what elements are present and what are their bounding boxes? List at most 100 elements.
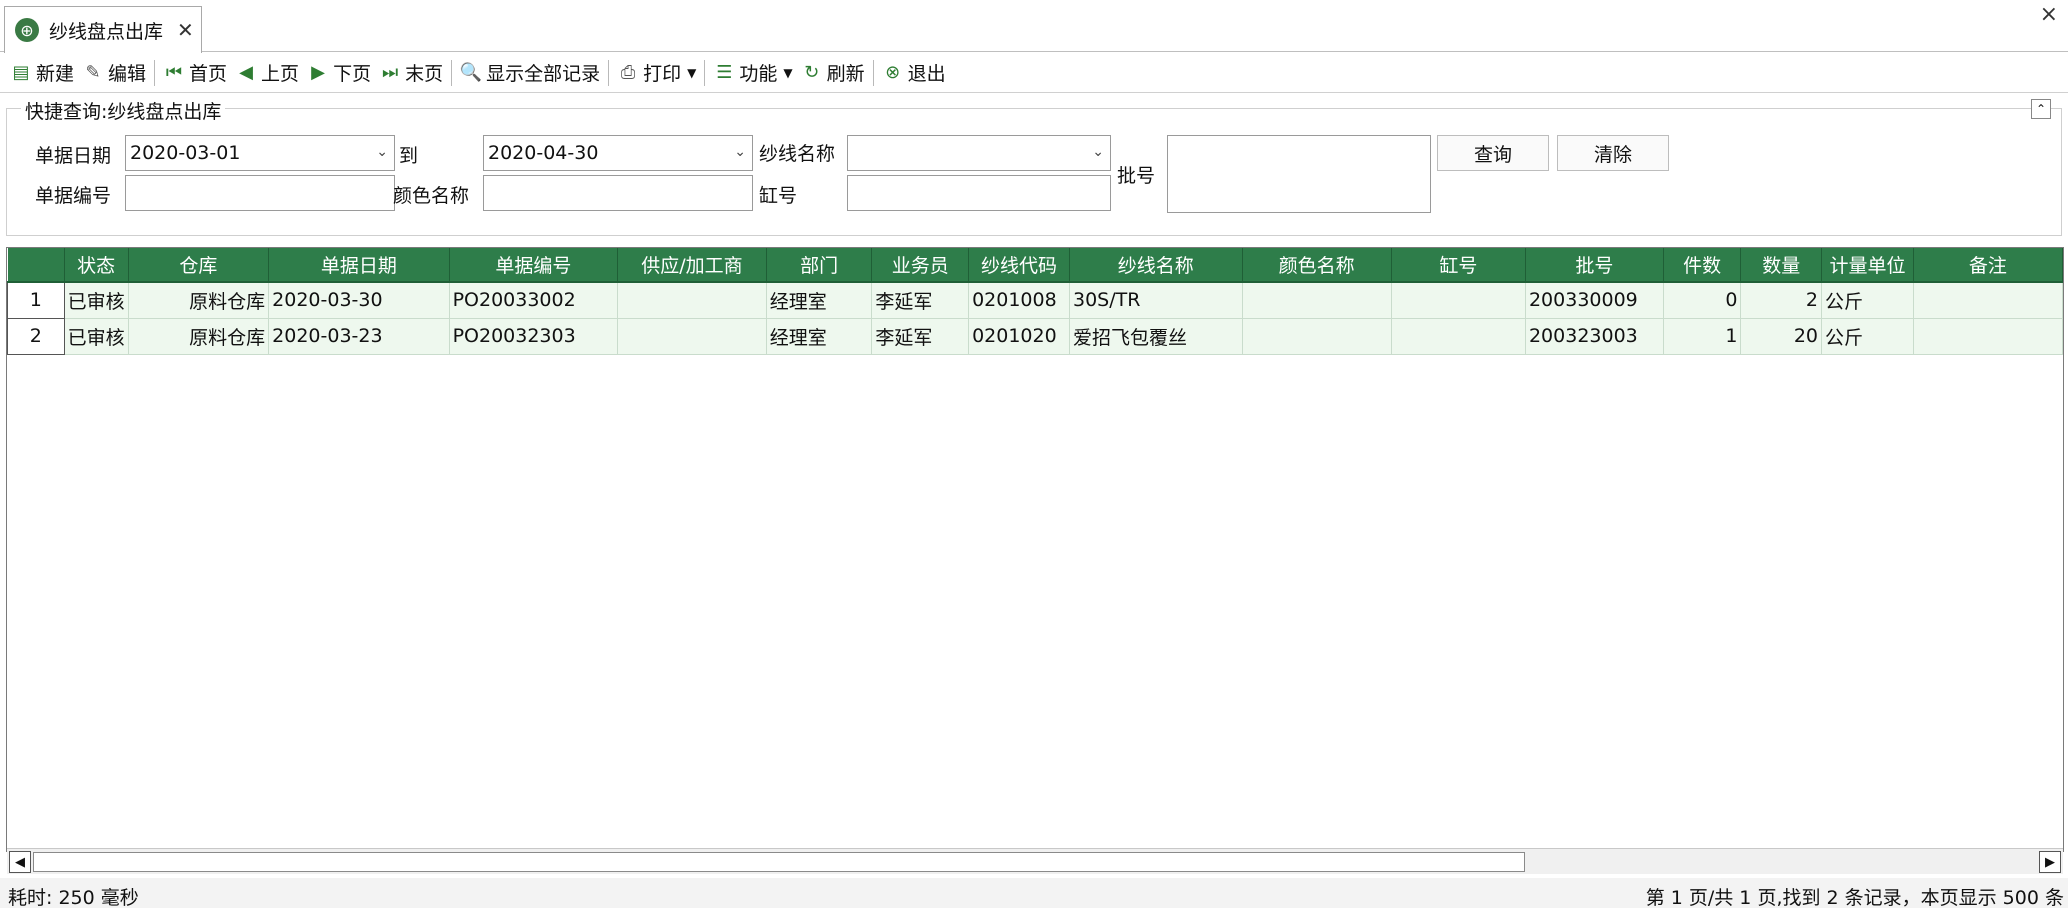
table-cell [1913,282,2063,319]
table-cell: 200323003 [1525,318,1664,355]
column-header[interactable]: 数量 [1740,248,1823,283]
chevron-down-icon[interactable]: ⌄ [376,144,388,160]
print-label: 打印 [643,63,682,85]
data-table: 状态 仓库 单据日期 单据编号 供应/加工商 部门 业务员 纱线代码 纱线名称 颜色名称 缸号 批号件… [7,248,2063,355]
functions-label: 功能 [739,63,778,85]
tab-strip: ⊕ 纱线盘点出库 ✕ × [0,0,2068,53]
yarn-name-field[interactable]: ⌄ [847,135,1111,171]
column-header[interactable]: 件数 [1663,248,1742,283]
toolbar: ▤ 新建 ✎ 编辑 ⏮ 首页 ◀ 上页 ▶ 下页 ⏭ 末页 🔍 显示全部记录 ⎙… [0,53,2068,93]
functions-button[interactable]: ☰ 功能 ▼ [709,56,796,90]
chevron-down-icon: ▼ [783,65,793,80]
new-button[interactable]: ▤ 新建 [6,56,78,90]
exit-button[interactable]: ⊗ 退出 [878,56,950,90]
scroll-right-icon[interactable]: ▶ [2039,851,2061,873]
table-cell: 0201020 [968,318,1070,355]
first-page-label: 首页 [189,63,228,85]
batch-label: 批号 [1117,165,1156,187]
column-header[interactable] [7,248,65,283]
column-header[interactable]: 纱线代码 [968,248,1070,283]
table-row[interactable]: 1 已审核 原料仓库 2020-03-30 PO20033002 经理室 李延军 020100… [7,281,2063,319]
window-close-icon[interactable]: × [2040,2,2058,27]
table-cell: PO20033002 [449,282,619,319]
edit-button[interactable]: ✎ 编辑 [78,56,150,90]
table-cell: 30S/TR [1069,282,1243,319]
toolbar-separator [872,59,874,86]
table-cell: 2020-03-30 [268,282,450,319]
exit-label: 退出 [907,63,946,85]
table-cell: 经理室 [766,282,873,319]
vat-label: 缸号 [759,185,798,207]
column-header[interactable]: 颜色名称 [1242,248,1392,283]
column-header[interactable]: 批号 [1525,248,1664,283]
table-cell: 已审核 [64,318,129,355]
column-header[interactable]: 备注 [1913,248,2063,283]
column-header[interactable]: 状态 [64,248,129,283]
toolbar-separator [154,59,156,86]
column-header[interactable]: 供应/加工商 [617,248,767,283]
column-header[interactable]: 仓库 [128,248,270,283]
paging-info: 第 1 页/共 1 页,找到 2 条记录，本页显示 500 条 [1645,887,2064,909]
refresh-button[interactable]: ↻ 刷新 [797,56,869,90]
table-cell [1391,318,1526,355]
prev-page-button[interactable]: ◀ 上页 [231,56,303,90]
vat-field[interactable] [847,175,1111,211]
doc-no-label: 单据编号 [35,185,112,207]
table-row[interactable]: 2 已审核 原料仓库 2020-03-23 PO20032303 经理室 李延军 020102… [7,317,2063,355]
scrollbar-thumb[interactable] [33,852,1525,872]
edit-icon: ✎ [85,62,101,83]
column-header[interactable]: 纱线名称 [1069,248,1243,283]
column-header[interactable]: 部门 [766,248,873,283]
show-all-button[interactable]: 🔍 显示全部记录 [456,56,604,90]
tab-close-icon[interactable]: ✕ [177,18,194,42]
table-cell: 原料仓库 [128,282,270,319]
collapse-icon[interactable]: ⌃ [2031,99,2051,119]
exit-icon: ⊗ [885,62,901,83]
batch-field[interactable] [1167,135,1431,213]
date-from-value: 2020-03-01 [130,142,241,164]
table-cell: 公斤 [1821,282,1914,319]
new-doc-icon: ▤ [12,62,30,83]
horizontal-scrollbar[interactable]: ◀ ▶ [7,848,2063,874]
next-page-button[interactable]: ▶ 下页 [303,56,375,90]
date-from-field[interactable]: 2020-03-01 ⌄ [125,135,395,171]
table-cell [1242,318,1392,355]
refresh-icon: ↻ [804,62,820,83]
table-cell [1913,318,2063,355]
last-page-button[interactable]: ⏭ 末页 [375,56,447,90]
toolbar-separator [451,59,453,86]
color-field[interactable] [483,175,753,211]
search-button[interactable]: 查询 [1437,135,1549,171]
table-cell: 200330009 [1525,282,1664,319]
print-button[interactable]: ⎙ 打印 ▼ [613,56,700,90]
table-cell: 经理室 [766,318,873,355]
column-header[interactable]: 计量单位 [1821,248,1914,283]
search-doc-icon: 🔍 [459,62,483,83]
chevron-down-icon: ▼ [687,65,697,80]
clear-button[interactable]: 清除 [1557,135,1669,171]
table-cell: 2020-03-23 [268,318,450,355]
column-header[interactable]: 缸号 [1391,248,1526,283]
first-page-icon: ⏮ [165,62,183,83]
scroll-left-icon[interactable]: ◀ [9,851,31,873]
list-icon: ☰ [716,62,733,83]
tab-label: 纱线盘点出库 [49,20,164,43]
elapsed-time: 耗时: 250 毫秒 [8,887,139,909]
table-cell: 李延军 [871,282,970,319]
table-cell [617,282,767,319]
column-header[interactable]: 业务员 [871,248,970,283]
prev-page-icon: ◀ [239,62,253,83]
printer-icon: ⎙ [620,62,636,83]
row-number: 2 [7,317,65,355]
yarn-name-label: 纱线名称 [759,143,836,165]
chevron-down-icon[interactable]: ⌄ [734,144,746,160]
table-cell: 公斤 [1821,318,1914,355]
column-header[interactable]: 单据编号 [449,248,619,283]
first-page-button[interactable]: ⏮ 首页 [159,56,231,90]
tab-yarn-inventory-out[interactable]: ⊕ 纱线盘点出库 ✕ [4,6,202,53]
column-header[interactable]: 单据日期 [268,248,450,283]
data-grid: 状态 仓库 单据日期 单据编号 供应/加工商 部门 业务员 纱线代码 纱线名称 颜色名称 缸号 批号件… [6,247,2064,852]
date-to-field[interactable]: 2020-04-30 ⌄ [483,135,753,171]
doc-no-field[interactable] [125,175,395,211]
chevron-down-icon[interactable]: ⌄ [1092,144,1104,160]
